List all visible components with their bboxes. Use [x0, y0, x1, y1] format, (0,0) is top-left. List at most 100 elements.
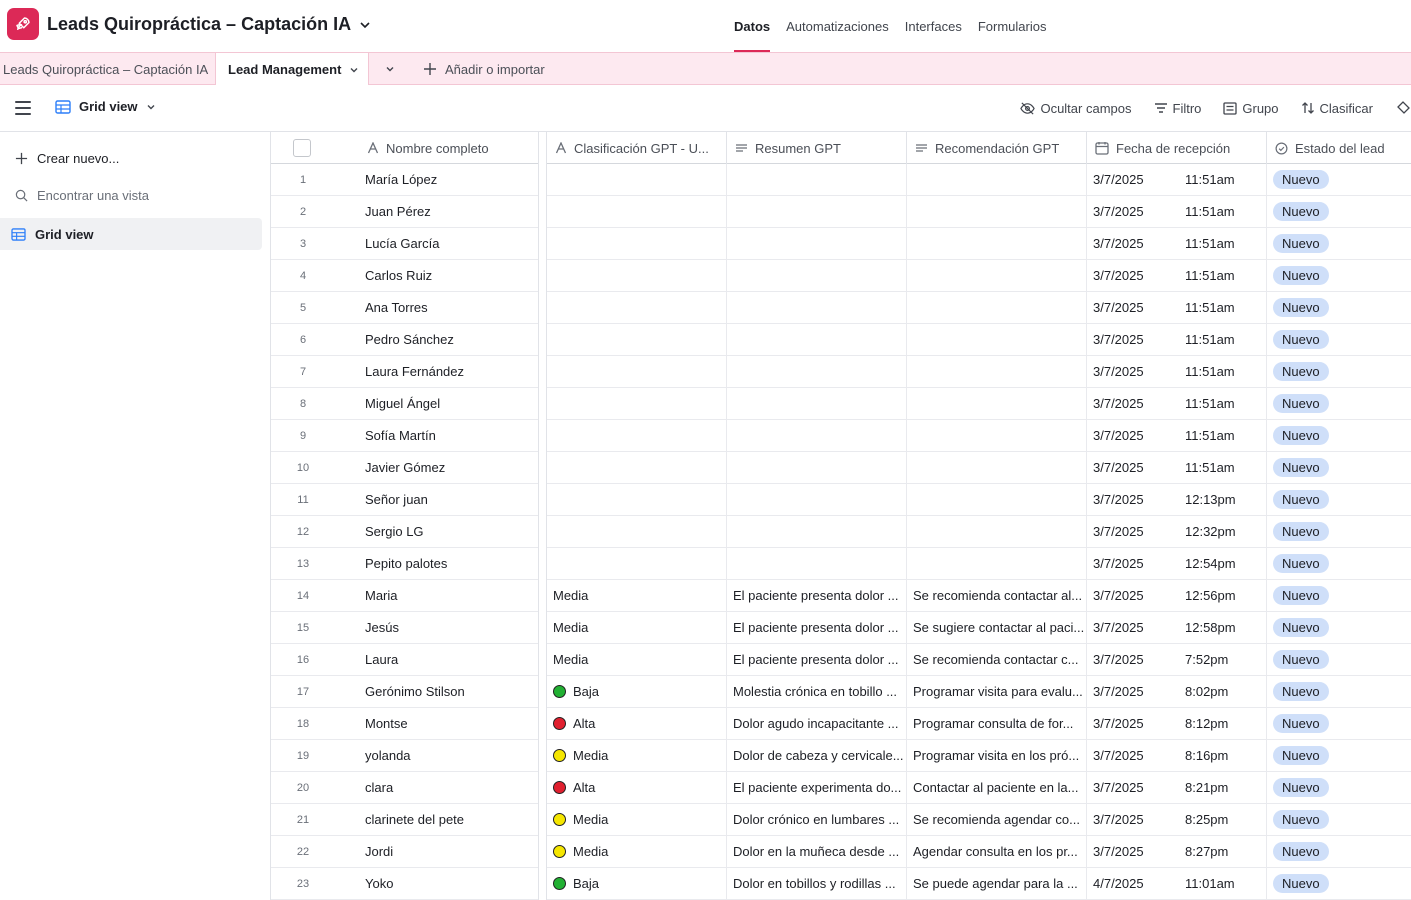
cell-nombre[interactable]: Montse [359, 708, 539, 739]
cell-clasificacion[interactable] [547, 196, 727, 227]
table-row[interactable]: 12 Sergio LG 3/7/2025 12:32pm Nuevo [271, 516, 1411, 548]
cell-estado[interactable]: Nuevo [1267, 548, 1411, 579]
cell-nombre[interactable]: Pepito palotes [359, 548, 539, 579]
nav-formularios[interactable]: Formularios [978, 0, 1047, 52]
cell-clasificacion[interactable]: Alta [547, 708, 727, 739]
rocket-logo-icon[interactable] [7, 8, 39, 40]
cell-clasificacion[interactable] [547, 356, 727, 387]
cell-resumen[interactable]: Dolor en la muñeca desde ... [727, 836, 907, 867]
cell-fecha[interactable]: 3/7/2025 12:54pm [1087, 548, 1267, 579]
cell-fecha[interactable]: 3/7/2025 8:21pm [1087, 772, 1267, 803]
cell-fecha[interactable]: 3/7/2025 11:51am [1087, 388, 1267, 419]
cell-nombre[interactable]: yolanda [359, 740, 539, 771]
cell-estado[interactable]: Nuevo [1267, 260, 1411, 291]
view-switcher[interactable]: Grid view [55, 99, 156, 114]
cell-clasificacion[interactable] [547, 420, 727, 451]
cell-resumen[interactable] [727, 292, 907, 323]
cell-resumen[interactable] [727, 484, 907, 515]
cell-fecha[interactable]: 3/7/2025 7:52pm [1087, 644, 1267, 675]
tab-lead-management[interactable]: Lead Management [215, 53, 369, 86]
cell-clasificacion[interactable]: Media [547, 644, 727, 675]
column-header-recomendacion[interactable]: Recomendación GPT [907, 132, 1087, 164]
nav-datos[interactable]: Datos [734, 0, 771, 52]
cell-estado[interactable]: Nuevo [1267, 228, 1411, 259]
nav-automatizaciones[interactable]: Automatizaciones [786, 0, 889, 52]
cell-recomendacion[interactable] [907, 324, 1087, 355]
cell-clasificacion[interactable]: Media [547, 580, 727, 611]
cell-clasificacion[interactable]: Baja [547, 868, 727, 899]
tab-leads-quiropractica[interactable]: Leads Quiropráctica – Captación IA [3, 53, 208, 85]
sort-button[interactable]: Clasificar [1301, 101, 1373, 116]
cell-fecha[interactable]: 3/7/2025 11:51am [1087, 260, 1267, 291]
table-row[interactable]: 16 Laura Media El paciente presenta dolo… [271, 644, 1411, 676]
cell-resumen[interactable]: Dolor de cabeza y cervicale... [727, 740, 907, 771]
table-row[interactable]: 23 Yoko Baja Dolor en tobillos y rodilla… [271, 868, 1411, 900]
cell-nombre[interactable]: Carlos Ruiz [359, 260, 539, 291]
cell-fecha[interactable]: 3/7/2025 8:02pm [1087, 676, 1267, 707]
cell-recomendacion[interactable] [907, 196, 1087, 227]
cell-nombre[interactable]: Ana Torres [359, 292, 539, 323]
cell-nombre[interactable]: Jordi [359, 836, 539, 867]
cell-resumen[interactable]: El paciente presenta dolor ... [727, 644, 907, 675]
column-header-fecha[interactable]: Fecha de recepción [1087, 132, 1267, 164]
cell-fecha[interactable]: 3/7/2025 11:51am [1087, 324, 1267, 355]
cell-recomendacion[interactable]: Programar visita en los pró... [907, 740, 1087, 771]
cell-resumen[interactable]: Dolor crónico en lumbares ... [727, 804, 907, 835]
hide-fields-button[interactable]: Ocultar campos [1020, 101, 1132, 116]
cell-nombre[interactable]: Laura Fernández [359, 356, 539, 387]
cell-resumen[interactable] [727, 196, 907, 227]
table-row[interactable]: 18 Montse Alta Dolor agudo incapacitante… [271, 708, 1411, 740]
cell-resumen[interactable]: El paciente experimenta do... [727, 772, 907, 803]
nav-interfaces[interactable]: Interfaces [905, 0, 962, 52]
table-row[interactable]: 10 Javier Gómez 3/7/2025 11:51am Nuevo [271, 452, 1411, 484]
cell-nombre[interactable]: Javier Gómez [359, 452, 539, 483]
cell-nombre[interactable]: Maria [359, 580, 539, 611]
cell-estado[interactable]: Nuevo [1267, 452, 1411, 483]
cell-fecha[interactable]: 3/7/2025 8:16pm [1087, 740, 1267, 771]
cell-estado[interactable]: Nuevo [1267, 836, 1411, 867]
column-header-nombre[interactable]: Nombre completo [359, 132, 539, 164]
frozen-column-divider[interactable] [538, 132, 547, 900]
create-view-button[interactable]: Crear nuevo... [0, 142, 262, 174]
cell-clasificacion[interactable] [547, 260, 727, 291]
cell-nombre[interactable]: Sergio LG [359, 516, 539, 547]
cell-resumen[interactable] [727, 516, 907, 547]
find-view-search[interactable]: Encontrar una vista [0, 179, 262, 211]
table-row[interactable]: 11 Señor juan 3/7/2025 12:13pm Nuevo [271, 484, 1411, 516]
cell-clasificacion[interactable]: Media [547, 836, 727, 867]
table-row[interactable]: 19 yolanda Media Dolor de cabeza y cervi… [271, 740, 1411, 772]
cell-resumen[interactable]: Molestia crónica en tobillo ... [727, 676, 907, 707]
cell-clasificacion[interactable] [547, 292, 727, 323]
cell-resumen[interactable] [727, 548, 907, 579]
table-row[interactable]: 20 clara Alta El paciente experimenta do… [271, 772, 1411, 804]
cell-resumen[interactable] [727, 420, 907, 451]
cell-fecha[interactable]: 3/7/2025 11:51am [1087, 196, 1267, 227]
more-tables-button[interactable] [381, 53, 399, 85]
cell-recomendacion[interactable] [907, 548, 1087, 579]
cell-estado[interactable]: Nuevo [1267, 420, 1411, 451]
cell-nombre[interactable]: Señor juan [359, 484, 539, 515]
add-or-import-button[interactable]: Añadir o importar [423, 53, 545, 85]
cell-fecha[interactable]: 3/7/2025 12:56pm [1087, 580, 1267, 611]
table-row[interactable]: 14 Maria Media El paciente presenta dolo… [271, 580, 1411, 612]
cell-clasificacion[interactable]: Baja [547, 676, 727, 707]
table-row[interactable]: 5 Ana Torres 3/7/2025 11:51am Nuevo [271, 292, 1411, 324]
cell-nombre[interactable]: Jesús [359, 612, 539, 643]
cell-fecha[interactable]: 4/7/2025 11:01am [1087, 868, 1267, 899]
cell-clasificacion[interactable]: Media [547, 804, 727, 835]
cell-recomendacion[interactable] [907, 388, 1087, 419]
cell-clasificacion[interactable] [547, 452, 727, 483]
table-row[interactable]: 21 clarinete del pete Media Dolor crónic… [271, 804, 1411, 836]
cell-resumen[interactable] [727, 452, 907, 483]
cell-clasificacion[interactable]: Media [547, 740, 727, 771]
cell-estado[interactable]: Nuevo [1267, 804, 1411, 835]
cell-fecha[interactable]: 3/7/2025 11:51am [1087, 452, 1267, 483]
cell-recomendacion[interactable]: Programar consulta de for... [907, 708, 1087, 739]
table-row[interactable]: 9 Sofía Martín 3/7/2025 11:51am Nuevo [271, 420, 1411, 452]
cell-recomendacion[interactable]: Se sugiere contactar al paci... [907, 612, 1087, 643]
table-row[interactable]: 6 Pedro Sánchez 3/7/2025 11:51am Nuevo [271, 324, 1411, 356]
cell-nombre[interactable]: Yoko [359, 868, 539, 899]
cell-fecha[interactable]: 3/7/2025 11:51am [1087, 420, 1267, 451]
cell-fecha[interactable]: 3/7/2025 8:25pm [1087, 804, 1267, 835]
table-row[interactable]: 15 Jesús Media El paciente presenta dolo… [271, 612, 1411, 644]
